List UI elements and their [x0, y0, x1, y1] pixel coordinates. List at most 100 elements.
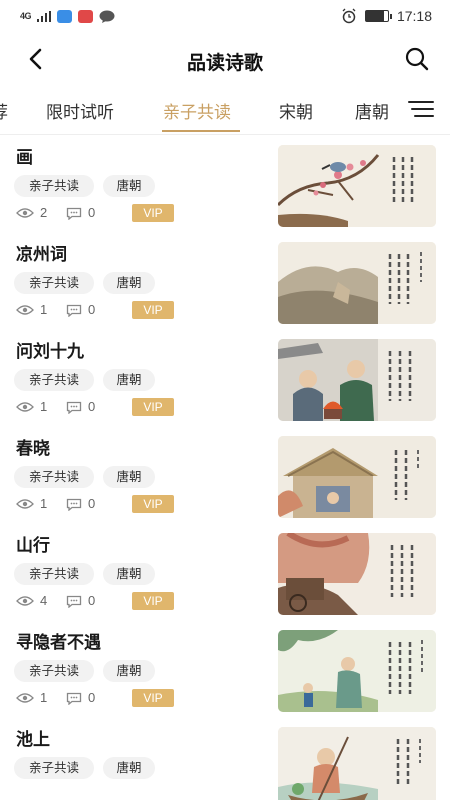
- video-notification-icon: [78, 9, 94, 23]
- item-stats: 4 0 VIP: [16, 592, 276, 610]
- status-bar: 4G 17:18: [0, 0, 450, 32]
- view-count: 4: [40, 593, 48, 608]
- active-tab-indicator: [162, 130, 240, 132]
- list-item[interactable]: 凉州词 亲子共读 唐朝 1 0 VIP: [0, 232, 450, 329]
- eye-icon: [16, 499, 34, 509]
- tab-recommend[interactable]: 荐: [0, 98, 8, 123]
- comment-count: 0: [88, 690, 96, 705]
- eye-icon: [16, 208, 34, 218]
- poem-illustration: [278, 339, 436, 421]
- poem-illustration: [278, 727, 436, 800]
- comment-icon: [66, 401, 82, 414]
- view-count: 1: [40, 690, 48, 705]
- comment-icon: [66, 692, 82, 705]
- tag-category: 亲子共读: [14, 660, 94, 682]
- poem-thumbnail: [278, 242, 436, 324]
- menu-icon: [408, 101, 434, 117]
- category-menu-button[interactable]: [394, 88, 450, 134]
- tab-tang-dynasty[interactable]: 唐朝: [355, 98, 389, 123]
- chat-icon: [99, 10, 115, 23]
- poem-thumbnail: [278, 339, 436, 421]
- poem-title: 画: [16, 148, 33, 167]
- item-stats: 1 0 VIP: [16, 689, 276, 707]
- network-indicator: 4G: [20, 11, 32, 21]
- status-right: 17:18: [341, 8, 432, 24]
- vip-badge: VIP: [132, 204, 174, 222]
- list-item[interactable]: 山行 亲子共读 唐朝 4 0 VIP: [0, 523, 450, 620]
- tag-category: 亲子共读: [14, 175, 94, 197]
- eye-icon: [16, 305, 34, 315]
- view-count: 1: [40, 496, 48, 511]
- item-stats: 1 0 VIP: [16, 398, 276, 416]
- item-stats: 1 0 VIP: [16, 495, 276, 513]
- list-item[interactable]: 寻隐者不遇 亲子共读 唐朝 1 0 VIP: [0, 620, 450, 717]
- poem-illustration: [278, 436, 436, 518]
- status-time: 17:18: [396, 8, 432, 24]
- tab-parent-child[interactable]: 亲子共读: [163, 98, 231, 123]
- poem-title: 寻隐者不遇: [16, 633, 101, 652]
- poem-illustration: [278, 145, 436, 227]
- battery-icon: [364, 10, 392, 22]
- tag-category: 亲子共读: [14, 272, 94, 294]
- comment-count: 0: [88, 205, 96, 220]
- eye-icon: [16, 402, 34, 412]
- tag-dynasty: 唐朝: [103, 757, 155, 779]
- poem-title: 池上: [16, 730, 50, 749]
- vip-badge: VIP: [132, 495, 174, 513]
- poem-thumbnail: [278, 145, 436, 227]
- tag-category: 亲子共读: [14, 563, 94, 585]
- tag-dynasty: 唐朝: [103, 369, 155, 391]
- vip-badge: VIP: [132, 592, 174, 610]
- tag-dynasty: 唐朝: [103, 272, 155, 294]
- tab-song-dynasty[interactable]: 宋朝: [279, 98, 313, 123]
- search-icon: [405, 47, 429, 71]
- eye-icon: [16, 596, 34, 606]
- vip-badge: VIP: [132, 398, 174, 416]
- view-count: 2: [40, 205, 48, 220]
- alarm-icon: [342, 8, 356, 24]
- comment-icon: [66, 498, 82, 511]
- poem-thumbnail: [278, 533, 436, 615]
- vip-badge: VIP: [132, 689, 174, 707]
- tag-category: 亲子共读: [14, 369, 94, 391]
- item-stats: 1 0 VIP: [16, 301, 276, 319]
- poem-illustration: [278, 630, 436, 712]
- poem-title: 问刘十九: [16, 342, 84, 361]
- tag-dynasty: 唐朝: [103, 660, 155, 682]
- comment-icon: [66, 207, 82, 220]
- comment-count: 0: [88, 302, 96, 317]
- poem-illustration: [278, 242, 436, 324]
- comment-icon: [66, 595, 82, 608]
- comment-icon: [66, 304, 82, 317]
- app-notification-icon: [57, 9, 73, 23]
- list-item[interactable]: 池上 亲子共读 唐朝: [0, 717, 450, 800]
- poem-illustration: [278, 533, 436, 615]
- comment-count: 0: [88, 399, 96, 414]
- vip-badge: VIP: [132, 301, 174, 319]
- search-button[interactable]: [402, 44, 432, 74]
- view-count: 1: [40, 399, 48, 414]
- eye-icon: [16, 693, 34, 703]
- poem-thumbnail: [278, 727, 436, 800]
- comment-count: 0: [88, 593, 96, 608]
- view-count: 1: [40, 302, 48, 317]
- list-item[interactable]: 问刘十九 亲子共读 唐朝 1 0 VIP: [0, 329, 450, 426]
- tag-dynasty: 唐朝: [103, 175, 155, 197]
- poem-thumbnail: [278, 630, 436, 712]
- poem-title: 山行: [16, 536, 50, 555]
- comment-count: 0: [88, 496, 96, 511]
- tag-category: 亲子共读: [14, 466, 94, 488]
- tag-category: 亲子共读: [14, 757, 94, 779]
- category-tabs: 荐 限时试听 亲子共读 宋朝 唐朝: [0, 88, 450, 134]
- list-item[interactable]: 画 亲子共读 唐朝 2 0 VIP: [0, 135, 450, 232]
- poem-title: 凉州词: [16, 245, 67, 264]
- poem-thumbnail: [278, 436, 436, 518]
- page-title: 品读诗歌: [186, 53, 263, 74]
- tab-limited-trial[interactable]: 限时试听: [46, 98, 114, 123]
- signal-icon: [37, 10, 52, 22]
- list-item[interactable]: 春晓 亲子共读 唐朝 1 0 VIP: [0, 426, 450, 523]
- tag-dynasty: 唐朝: [103, 466, 155, 488]
- app-header: 品读诗歌: [0, 36, 450, 82]
- poem-title: 春晓: [16, 439, 50, 458]
- status-left: 4G: [20, 9, 115, 23]
